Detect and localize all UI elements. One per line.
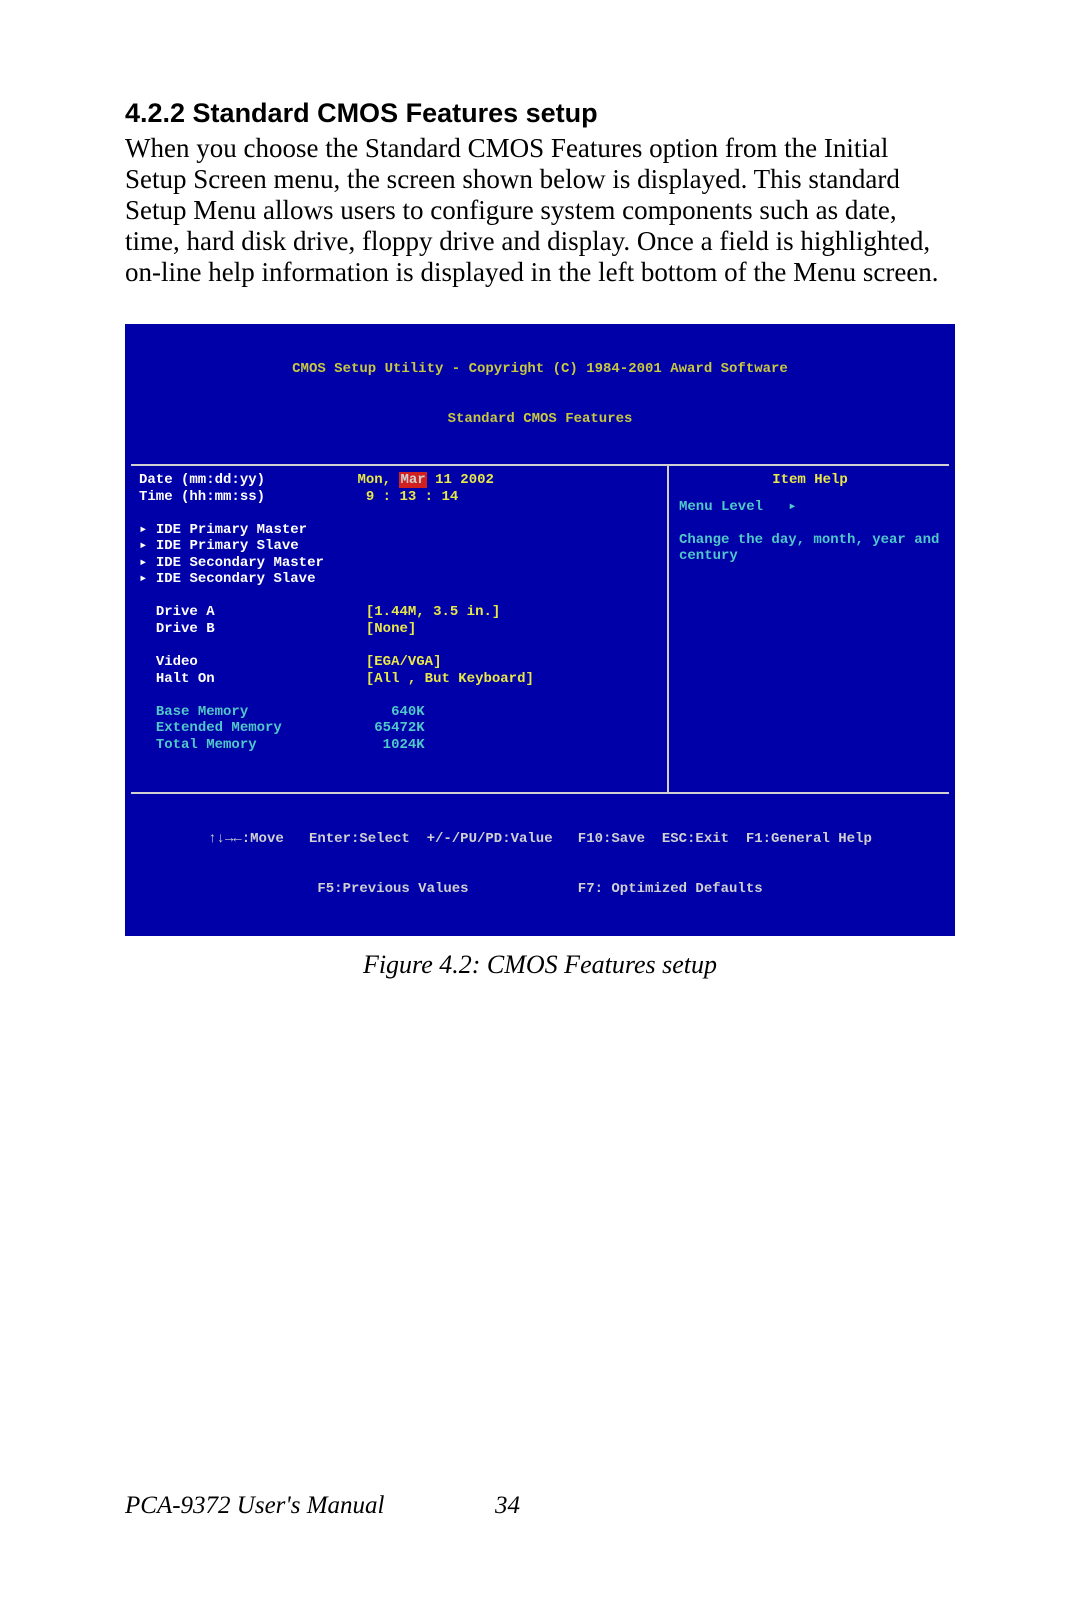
bios-ide-secondary-master[interactable]: ▸ IDE Secondary Master [139, 555, 659, 572]
section-body: When you choose the Standard CMOS Featur… [125, 133, 955, 288]
bios-base-memory: Base Memory 640K [139, 704, 659, 721]
bios-extended-memory: Extended Memory 65472K [139, 720, 659, 737]
bios-ide-primary-slave[interactable]: ▸ IDE Primary Slave [139, 538, 659, 555]
bios-date-highlight[interactable]: Mar [399, 472, 426, 488]
bios-header-line2: Standard CMOS Features [125, 411, 955, 428]
bios-ide-primary-master[interactable]: ▸ IDE Primary Master [139, 522, 659, 539]
footer-doc-title: PCA-9372 User's Manual [125, 1492, 385, 1520]
bios-help-text: Change the day, month, year and century [679, 532, 941, 565]
bios-help-title: Item Help [679, 472, 941, 489]
footer-page-number: 34 [495, 1492, 520, 1520]
bios-total-memory: Total Memory 1024K [139, 737, 659, 754]
bios-video[interactable]: Video [EGA/VGA] [139, 654, 659, 671]
bios-footer-line2: F5:Previous Values F7: Optimized Default… [125, 881, 955, 898]
bios-halt-on[interactable]: Halt On [All , But Keyboard] [139, 671, 659, 688]
bios-menu-level: Menu Level ▸ [679, 499, 941, 516]
bios-time-row: Time (hh:mm:ss) 9 : 13 : 14 [139, 489, 659, 506]
bios-drive-b[interactable]: Drive B [None] [139, 621, 659, 638]
bios-ide-secondary-slave[interactable]: ▸ IDE Secondary Slave [139, 571, 659, 588]
bios-screenshot: CMOS Setup Utility - Copyright (C) 1984-… [125, 324, 955, 936]
section-heading: 4.2.2 Standard CMOS Features setup [125, 98, 955, 129]
bios-header-line1: CMOS Setup Utility - Copyright (C) 1984-… [125, 361, 955, 378]
figure-caption: Figure 4.2: CMOS Features setup [125, 950, 955, 980]
bios-date-row: Date (mm:dd:yy) Mon, Mar 11 2002 [139, 472, 659, 489]
bios-footer-line1: ↑↓→←:Move Enter:Select +/-/PU/PD:Value F… [125, 831, 955, 848]
bios-drive-a[interactable]: Drive A [1.44M, 3.5 in.] [139, 604, 659, 621]
